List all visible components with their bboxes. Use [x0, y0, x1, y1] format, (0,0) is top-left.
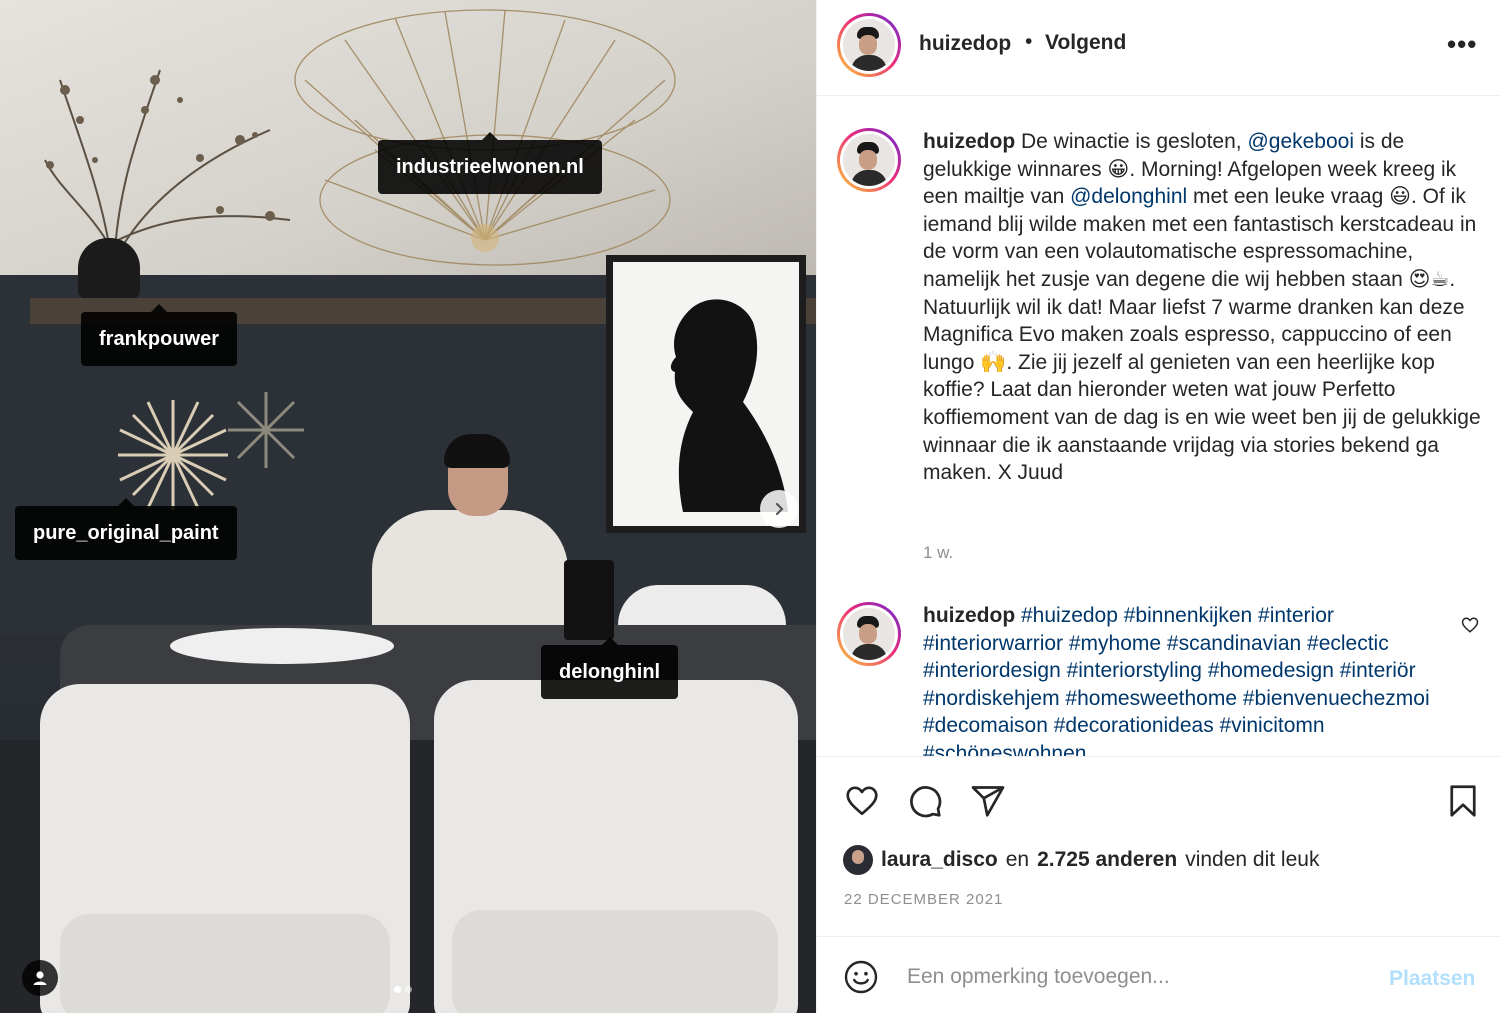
liker-avatar[interactable]: [843, 845, 873, 875]
post-actions: laura_disco en 2.725 anderen vinden dit …: [817, 756, 1500, 936]
post-header: huizedop • Volgend •••: [817, 0, 1500, 96]
carousel-indicator: [394, 986, 412, 993]
show-tags-button[interactable]: [22, 960, 58, 996]
caption-comment: huizedop De winactie is gesloten, @gekeb…: [837, 128, 1487, 548]
comment-input[interactable]: [907, 957, 1367, 997]
post-side-panel: huizedop • Volgend ••• huizedop De winac…: [816, 0, 1500, 1013]
chair-seat: [452, 910, 778, 1013]
post-comment-button[interactable]: Plaatsen: [1389, 967, 1475, 991]
caption-timestamp[interactable]: 1 w.: [923, 543, 953, 563]
likes-suffix: vinden dit leuk: [1185, 848, 1320, 871]
photo-tag-delonghinl[interactable]: delonghinl: [541, 637, 679, 699]
header-separator: •: [1025, 30, 1033, 53]
caption-text: huizedop De winactie is gesloten, @gekeb…: [923, 128, 1489, 487]
photo-tag-pure-original-paint[interactable]: pure_original_paint: [15, 498, 237, 560]
carousel-next-button[interactable]: [760, 490, 798, 528]
dried-branches-image: [44, 69, 291, 251]
carousel-dot-1: [394, 986, 401, 993]
post-date[interactable]: 22 DECEMBER 2021: [844, 891, 1003, 908]
hashtag-comment: huizedop #huizedop #binnenkijken #interi…: [837, 602, 1487, 756]
black-vase: [78, 238, 140, 300]
chair-seat: [60, 914, 390, 1013]
candle-tray: [170, 628, 394, 664]
boucle-chair-right: [434, 680, 798, 1013]
caption-segment: met een leuke vraag 😃. Of ik iemand blij…: [923, 185, 1481, 485]
save-bookmark-icon[interactable]: [1445, 783, 1481, 819]
like-heart-icon[interactable]: [843, 783, 881, 819]
following-button[interactable]: Volgend: [1045, 31, 1126, 55]
chevron-right-icon: [775, 502, 784, 516]
person-hair: [444, 434, 510, 468]
photo-tag-frankpouwer[interactable]: frankpouwer: [81, 304, 238, 366]
boucle-chair-left: [40, 684, 410, 1013]
comment-avatar[interactable]: [837, 602, 901, 666]
paper-star-decoration-small: [228, 392, 304, 468]
share-send-icon[interactable]: [969, 783, 1007, 819]
paper-star-decoration: [118, 400, 228, 510]
mention-gekebooi[interactable]: @gekebooi: [1247, 130, 1354, 153]
hashtag-comment-text: huizedop #huizedop #binnenkijken #interi…: [923, 602, 1453, 756]
photo-tag-industrieelwonen[interactable]: industrieelwonen.nl: [378, 132, 602, 194]
comment-username[interactable]: huizedop: [923, 604, 1015, 627]
likes-summary: laura_disco en 2.725 anderen vinden dit …: [843, 845, 1319, 875]
carousel-dot-2: [405, 986, 412, 993]
author-avatar[interactable]: [837, 13, 901, 77]
caption-avatar[interactable]: [837, 128, 901, 192]
silhouette-image: [670, 299, 788, 512]
liker-username[interactable]: laura_disco: [881, 848, 998, 872]
comment-icon[interactable]: [906, 783, 944, 819]
mention-delonghinl[interactable]: @delonghinl: [1070, 185, 1187, 208]
likes-count[interactable]: 2.725 anderen: [1037, 848, 1177, 872]
user-icon: [33, 971, 47, 985]
coffee-bag: [564, 560, 614, 640]
likes-connector: en: [1005, 848, 1030, 871]
more-options-icon[interactable]: •••: [1447, 31, 1477, 57]
author-username[interactable]: huizedop: [919, 32, 1011, 56]
comments-scroll-area[interactable]: huizedop De winactie is gesloten, @gekeb…: [817, 96, 1500, 756]
add-comment-bar: Plaatsen: [817, 936, 1500, 1013]
comment-like-heart-icon[interactable]: [1461, 616, 1479, 634]
emoji-icon[interactable]: [843, 959, 879, 995]
caption-segment: De winactie is gesloten,: [1015, 130, 1248, 153]
person-sweater: [372, 510, 568, 640]
caption-username[interactable]: huizedop: [923, 130, 1015, 153]
post-photo[interactable]: industrieelwonen.nl frankpouwer pure_ori…: [0, 0, 816, 1013]
